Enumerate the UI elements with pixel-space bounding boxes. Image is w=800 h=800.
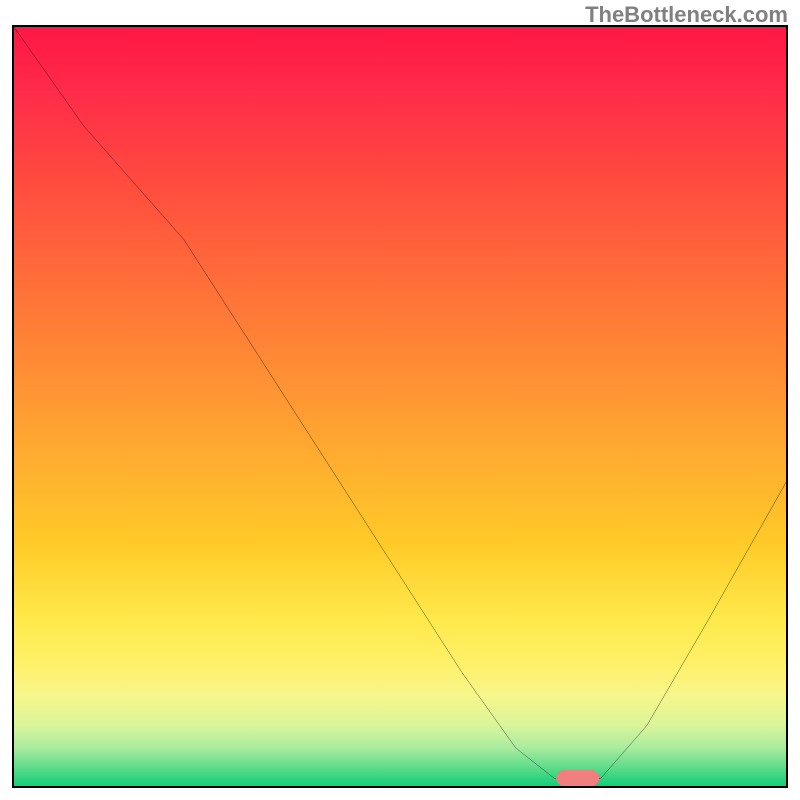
chart-frame — [12, 25, 788, 788]
chart-optimal-marker — [556, 770, 598, 786]
chart-background-gradient — [14, 27, 786, 786]
